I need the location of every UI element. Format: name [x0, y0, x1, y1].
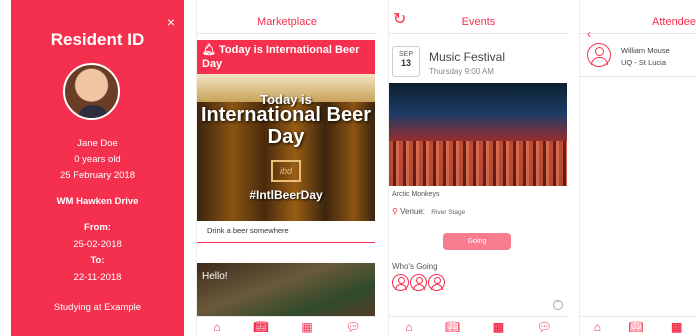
image-hashtag: #IntlBeerDay: [249, 188, 323, 202]
calendar-icon[interactable]: ▦: [301, 320, 312, 334]
book-icon[interactable]: 📖︎: [628, 320, 643, 334]
events-screen: ↻ Events SEP 13 Music Festival Thursday …: [388, 0, 568, 336]
from-date: 25-02-2018: [73, 239, 122, 250]
avatar: [63, 63, 120, 120]
event-artist: Arctic Monkeys: [392, 191, 440, 198]
venue-label: Venue:: [400, 207, 426, 216]
events-header: ↻ Events: [389, 0, 568, 34]
attendee-avatars[interactable]: [392, 274, 446, 296]
resident-address: WM Hawken Drive: [56, 196, 139, 207]
bottom-nav: ⌂ 📖︎ ▦ 💬︎: [197, 316, 377, 336]
marketplace-screen: Marketplace 🔔︎ Today is International Be…: [196, 0, 377, 336]
resident-birthdate: 25 February 2018: [60, 170, 135, 181]
post-banner[interactable]: 🔔︎ Today is International Beer Day: [197, 40, 375, 74]
attendees-header: ‹ Attendees: [580, 0, 696, 41]
chat-icon[interactable]: 💬︎: [345, 320, 360, 334]
post-banner-text: Today is International Beer Day: [202, 44, 360, 70]
user-icon: [428, 274, 445, 291]
going-button[interactable]: Going: [443, 233, 511, 250]
book-icon[interactable]: 📖︎: [445, 320, 460, 334]
resident-id-title: Resident ID: [50, 30, 145, 49]
chat-icon[interactable]: 💬︎: [537, 320, 552, 334]
attendee-location: UQ - St Lucia: [621, 58, 667, 67]
venue-value: River Stage: [431, 209, 466, 216]
marketplace-header: Marketplace: [197, 0, 377, 34]
book-icon[interactable]: 📖︎: [253, 320, 268, 334]
calendar-icon[interactable]: ▦: [671, 320, 682, 334]
resident-name: Jane Doe: [77, 138, 118, 149]
post-card-text: Hello!: [202, 271, 228, 282]
event-image: [389, 83, 567, 186]
attendees-title: Attendees: [652, 16, 696, 28]
resident-age: 0 years old: [74, 154, 121, 165]
divider: [580, 76, 696, 77]
attendees-screen: ‹ Attendees William Mouse UQ - St Lucia …: [579, 0, 696, 336]
location-pin-icon: ⚲: [392, 207, 398, 216]
event-title: Music Festival: [429, 50, 506, 64]
events-title: Events: [461, 16, 496, 28]
user-icon: [587, 43, 611, 67]
to-label: To:: [90, 255, 105, 266]
from-label: From:: [84, 222, 111, 233]
post-caption: Drink a beer somewhere: [207, 226, 289, 235]
date-month: SEP: [398, 51, 413, 58]
study-status: Studying at Example: [53, 302, 142, 313]
resident-id-screen: × Resident ID Jane Doe 0 years old 25 Fe…: [11, 0, 184, 336]
attendee-name[interactable]: William Mouse: [621, 46, 670, 55]
home-icon[interactable]: ⌂: [594, 320, 601, 334]
post-card[interactable]: Hello!: [197, 263, 375, 323]
calendar-icon[interactable]: ▦: [493, 320, 504, 334]
bell-icon: 🔔︎: [202, 44, 216, 56]
divider: [197, 242, 375, 243]
refresh-icon[interactable]: ↻: [393, 12, 406, 28]
image-text-line2: International Beer Day: [200, 104, 372, 148]
image-badge: ibd: [271, 160, 301, 182]
event-time: Thursday 9:00 AM: [429, 67, 494, 76]
user-icon: [392, 274, 409, 291]
home-icon[interactable]: ⌂: [213, 320, 220, 334]
date-badge: SEP 13: [392, 46, 420, 77]
chevron-up-icon[interactable]: ⌃: [553, 300, 563, 310]
post-image[interactable]: Today is International Beer Day ibd #Int…: [197, 74, 375, 221]
marketplace-title: Marketplace: [257, 16, 317, 28]
bottom-nav: ⌂ 📖︎ ▦ 💬︎: [389, 316, 568, 336]
home-icon[interactable]: ⌂: [405, 320, 412, 334]
bottom-nav: ⌂ 📖︎ ▦: [580, 316, 696, 336]
user-icon: [410, 274, 427, 291]
to-date: 22-11-2018: [73, 272, 122, 283]
close-icon[interactable]: ×: [167, 14, 175, 30]
event-venue: ⚲ Venue: River Stage: [392, 207, 465, 216]
whos-going-label: Who's Going: [392, 262, 438, 271]
date-day: 13: [400, 58, 411, 68]
